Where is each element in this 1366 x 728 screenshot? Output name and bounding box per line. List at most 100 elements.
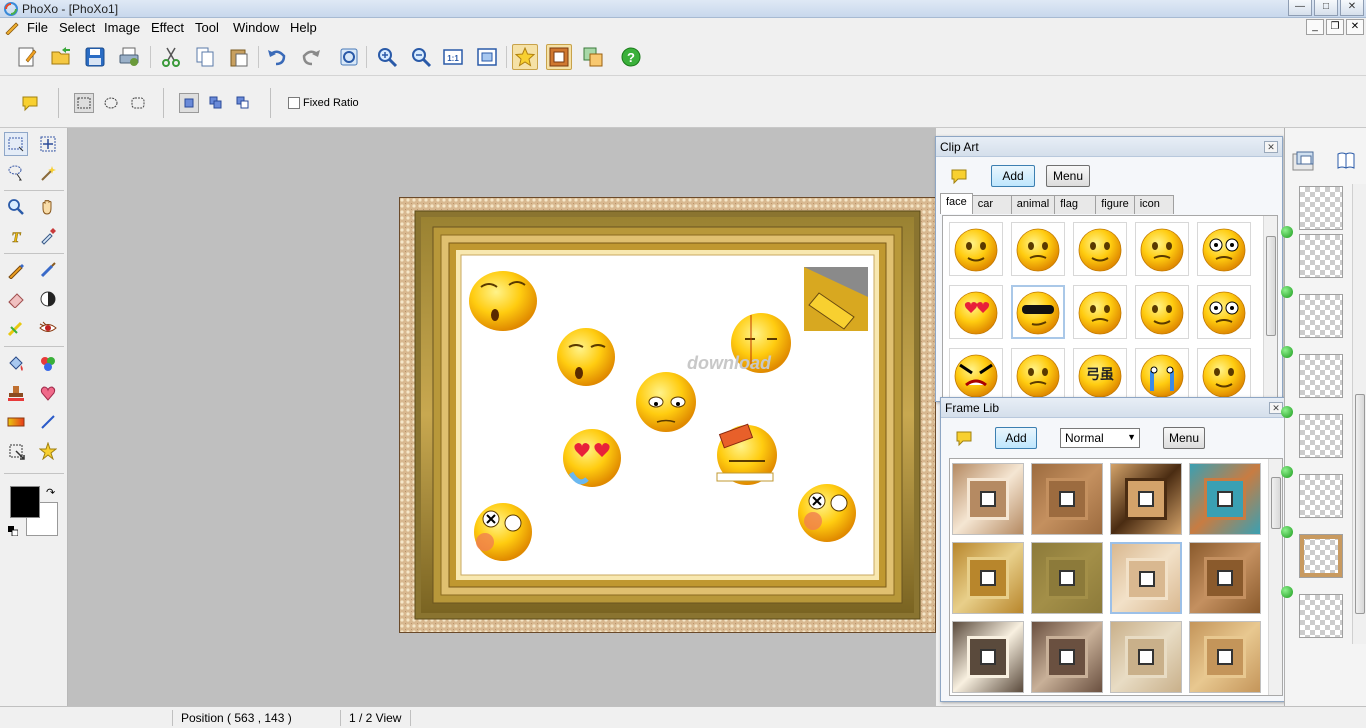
frame-thumbnail[interactable] (1031, 621, 1103, 693)
frame-thumbnail[interactable] (952, 463, 1024, 535)
layers-scroll-thumb[interactable] (1355, 394, 1365, 614)
save-button[interactable] (82, 44, 108, 70)
doc-close-button[interactable]: ✕ (1346, 19, 1364, 35)
layer-visibility-icon[interactable] (1281, 526, 1293, 538)
crop-tool[interactable] (4, 439, 28, 463)
shape-tool[interactable] (36, 439, 60, 463)
layer-visibility-icon[interactable] (1281, 286, 1293, 298)
frame-thumbnail[interactable] (1189, 542, 1261, 614)
layers-button[interactable] (580, 44, 606, 70)
clip-art-item-crying-face[interactable] (1135, 348, 1189, 398)
fit-window-button[interactable] (474, 44, 500, 70)
clip-art-item-cut-face[interactable] (1073, 285, 1127, 339)
clip-art-item-text-face[interactable]: 弓虽 (1073, 348, 1127, 398)
new-button[interactable] (14, 44, 40, 70)
clip-art-item-sweat-face[interactable] (1073, 222, 1127, 276)
tip-button[interactable] (20, 93, 40, 113)
red-eye-tool[interactable] (36, 316, 60, 340)
zoom-out-button[interactable] (408, 44, 434, 70)
frame-thumbnail[interactable] (1110, 621, 1182, 693)
frame-thumbnail[interactable] (1031, 542, 1103, 614)
frame-thumbnail[interactable] (1031, 463, 1103, 535)
clip-art-add-button[interactable]: Add (991, 165, 1035, 187)
hand-tool[interactable] (36, 195, 60, 219)
clip-art-scroll-thumb[interactable] (1266, 236, 1276, 336)
doc-restore-button[interactable]: ❐ (1326, 19, 1344, 35)
color-replace-tool[interactable] (36, 352, 60, 376)
layer-thumbnail[interactable] (1299, 474, 1343, 518)
magic-wand-tool[interactable] (36, 161, 60, 185)
stamp-tool[interactable] (4, 381, 28, 405)
clip-art-item-open-mouth-face[interactable] (1011, 222, 1065, 276)
gradient-tool[interactable] (4, 410, 28, 434)
menu-window[interactable]: Window (233, 20, 279, 35)
clip-art-scrollbar[interactable] (1263, 216, 1277, 398)
doc-minimize-button[interactable]: _ (1306, 19, 1324, 35)
brush-tool[interactable] (36, 258, 60, 282)
rect-select-button[interactable] (74, 93, 94, 113)
clip-art-item-angry-face[interactable] (1197, 285, 1251, 339)
layers-scrollbar[interactable] (1352, 184, 1366, 644)
layer-visibility-icon[interactable] (1281, 226, 1293, 238)
maximize-button[interactable]: □ (1314, 0, 1338, 16)
undo-button[interactable] (264, 44, 290, 70)
menu-select[interactable]: Select (59, 20, 95, 35)
clip-art-close-button[interactable]: ✕ (1264, 141, 1278, 153)
rect-select-tool[interactable] (4, 132, 28, 156)
line-tool[interactable] (36, 410, 60, 434)
copy-button[interactable] (192, 44, 218, 70)
menu-image[interactable]: Image (104, 20, 140, 35)
smudge-tool[interactable] (4, 316, 28, 340)
frame-button[interactable] (546, 44, 572, 70)
tab-animal[interactable]: animal (1010, 195, 1056, 214)
reset-colors-icon[interactable] (8, 526, 18, 536)
menu-help[interactable]: Help (290, 20, 317, 35)
tab-icon[interactable]: icon (1133, 195, 1174, 214)
menu-tool[interactable]: Tool (195, 20, 219, 35)
fixed-ratio-checkbox[interactable] (288, 97, 300, 109)
frame-thumbnail[interactable] (1110, 463, 1182, 535)
refresh-button[interactable] (336, 44, 362, 70)
clip-art-item-dizzy-face[interactable] (1197, 222, 1251, 276)
tab-face[interactable]: face (940, 193, 973, 214)
new-selection-button[interactable] (179, 93, 199, 113)
actual-size-button[interactable]: 1:1 (440, 44, 466, 70)
zoom-in-button[interactable] (374, 44, 400, 70)
layer-visibility-icon[interactable] (1281, 406, 1293, 418)
fill-tool[interactable] (4, 352, 28, 376)
frame-lib-scrollbar[interactable] (1268, 459, 1282, 695)
frame-lib-add-button[interactable]: Add (995, 427, 1037, 449)
layer-visibility-icon[interactable] (1281, 586, 1293, 598)
layer-stack-icon[interactable] (1291, 150, 1317, 172)
frame-mode-select[interactable]: Normal ▼ (1060, 428, 1140, 448)
redo-button[interactable] (298, 44, 324, 70)
foreground-color-swatch[interactable] (10, 486, 40, 518)
clip-art-item-cool-sunglasses-face[interactable] (1011, 285, 1065, 339)
round-rect-select-button[interactable] (128, 93, 148, 113)
layer-thumbnail[interactable] (1299, 354, 1343, 398)
text-tool[interactable]: T (4, 224, 28, 248)
layer-thumbnail[interactable] (1299, 234, 1343, 278)
minimize-button[interactable]: — (1288, 0, 1312, 16)
clip-art-item-laughing-face[interactable] (1135, 285, 1189, 339)
clipart-button[interactable] (512, 44, 538, 70)
frame-thumbnail[interactable] (1189, 463, 1261, 535)
layer-thumbnail[interactable] (1299, 294, 1343, 338)
clip-art-item-evil-face[interactable] (949, 348, 1003, 398)
print-button[interactable] (116, 44, 142, 70)
frame-lib-scroll-thumb[interactable] (1271, 477, 1281, 529)
layer-visibility-icon[interactable] (1281, 466, 1293, 478)
close-button[interactable]: ✕ (1340, 0, 1364, 16)
tab-car[interactable]: car (971, 195, 1012, 214)
frame-thumbnail[interactable] (952, 542, 1024, 614)
pencil-tool[interactable] (4, 258, 28, 282)
eyedropper-tool[interactable] (36, 224, 60, 248)
layer-thumbnail[interactable] (1299, 594, 1343, 638)
tab-flag[interactable]: flag (1054, 195, 1097, 214)
menu-effect[interactable]: Effect (151, 20, 184, 35)
clip-art-item-brick-head-face[interactable] (1135, 222, 1189, 276)
frame-thumbnail[interactable] (1189, 621, 1261, 693)
image-canvas[interactable]: download (399, 197, 936, 633)
clip-art-menu-button[interactable]: Menu (1046, 165, 1090, 187)
book-icon[interactable] (1335, 150, 1357, 172)
